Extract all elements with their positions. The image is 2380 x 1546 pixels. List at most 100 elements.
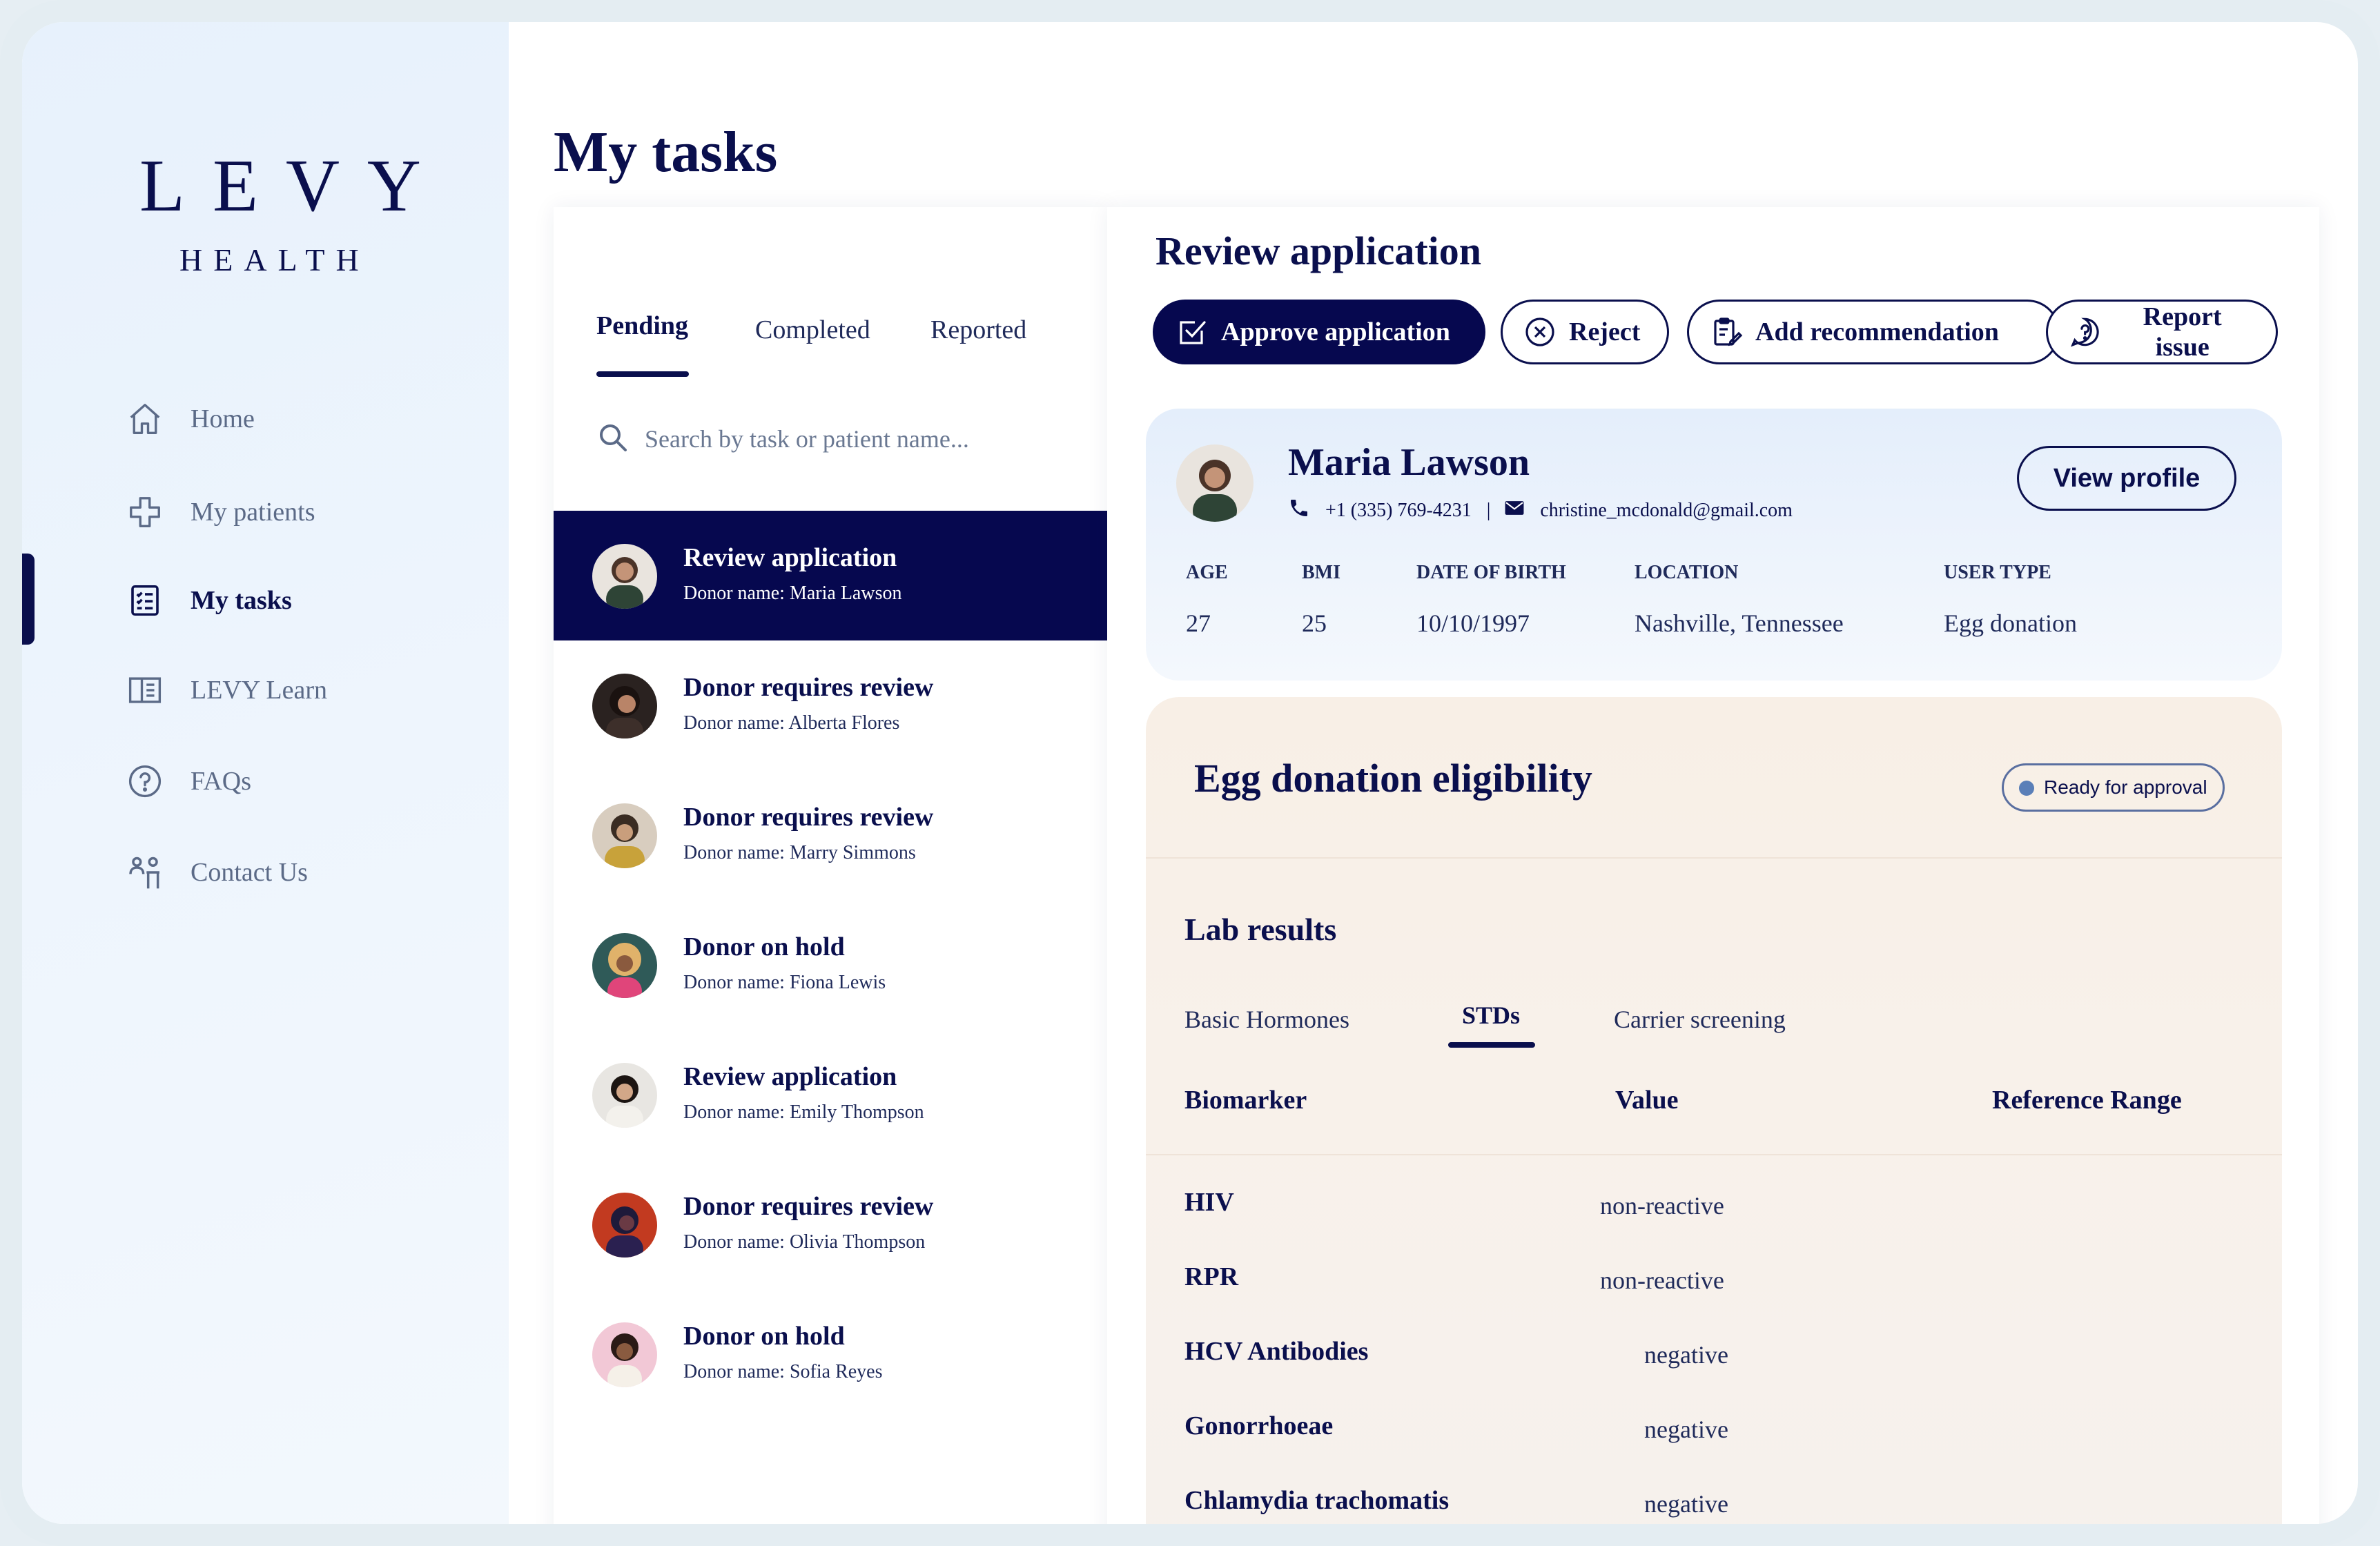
avatar	[592, 1322, 657, 1387]
task-donor-name: Donor name: Marry Simmons	[683, 842, 916, 863]
task-item[interactable]: Donor requires review Donor name: Marry …	[554, 770, 1107, 900]
medical-cross-icon	[124, 491, 166, 533]
task-item[interactable]: Donor on hold Donor name: Fiona Lewis	[554, 900, 1107, 1030]
task-donor-name: Donor name: Sofia Reyes	[683, 1361, 883, 1382]
tab-pending[interactable]: Pending	[596, 311, 688, 341]
tab-completed[interactable]: Completed	[755, 315, 870, 345]
approve-application-button[interactable]: Approve application	[1153, 300, 1485, 364]
task-list-icon	[124, 580, 166, 621]
task-donor-name: Donor name: Alberta Flores	[683, 712, 900, 734]
task-title: Donor on hold	[683, 1322, 845, 1351]
status-badge: Ready for approval	[2002, 763, 2225, 812]
biomarker-value: non-reactive	[1600, 1192, 1724, 1220]
biomarker-value: non-reactive	[1600, 1266, 1724, 1294]
reject-label: Reject	[1569, 317, 1641, 346]
contact-separator: |	[1486, 500, 1491, 521]
task-item[interactable]: Review application Donor name: Emily Tho…	[554, 1030, 1107, 1160]
avatar	[592, 803, 657, 868]
patient-email[interactable]: christine_mcdonald@gmail.com	[1540, 500, 1793, 522]
biomarker-value: negative	[1644, 1490, 1728, 1518]
tab-carrier-screening[interactable]: Carrier screening	[1614, 1005, 1786, 1034]
avatar	[1176, 444, 1254, 522]
task-title: Donor requires review	[683, 803, 934, 832]
sidebar-item-my-tasks[interactable]: My tasks	[22, 566, 509, 635]
biomarker-name: HIV	[1184, 1188, 1234, 1217]
eligibility-title: Egg donation eligibility	[1194, 756, 1592, 801]
task-search	[596, 414, 1080, 462]
field-label-location: LOCATION	[1635, 562, 1739, 583]
avatar	[592, 674, 657, 738]
sidebar-item-my-patients[interactable]: My patients	[22, 478, 509, 547]
task-title: Donor requires review	[683, 673, 934, 702]
reject-button[interactable]: Reject	[1501, 300, 1669, 364]
field-label-user-type: USER TYPE	[1944, 562, 2051, 583]
task-donor-name: Donor name: Emily Thompson	[683, 1102, 924, 1123]
field-value-user-type: Egg donation	[1944, 609, 2077, 637]
field-label-age: AGE	[1186, 562, 1228, 583]
task-donor-name: Donor name: Fiona Lewis	[683, 972, 886, 993]
field-value-location: Nashville, Tennessee	[1635, 609, 1844, 637]
biomarker-name: RPR	[1184, 1262, 1239, 1291]
question-circle-icon	[124, 761, 166, 802]
sidebar-item-label: Home	[191, 404, 255, 433]
task-title: Review application	[683, 1062, 897, 1091]
sidebar-item-label: My tasks	[191, 586, 292, 615]
task-item[interactable]: Donor requires review Donor name: Albert…	[554, 640, 1107, 770]
sidebar-item-faqs[interactable]: FAQs	[22, 747, 509, 816]
column-header-value: Value	[1615, 1086, 1679, 1115]
tab-reported[interactable]: Reported	[930, 315, 1026, 345]
eligibility-card: Egg donation eligibility Ready for appro…	[1146, 697, 2282, 1524]
active-lab-tab-underline	[1448, 1042, 1535, 1048]
biomarker-name: Gonorrhoeae	[1184, 1411, 1334, 1440]
sidebar-item-home[interactable]: Home	[22, 384, 509, 453]
book-icon	[124, 669, 166, 711]
task-item[interactable]: Review application Donor name: Maria Law…	[554, 511, 1107, 640]
task-donor-name: Donor name: Maria Lawson	[683, 583, 902, 604]
checkbox-check-icon	[1180, 321, 1206, 344]
sidebar-item-levy-learn[interactable]: LEVY Learn	[22, 656, 509, 725]
sidebar: LEVY HEALTH Home My patients My tasks LE…	[22, 22, 509, 1524]
brand-logo: LEVY	[139, 145, 449, 227]
task-tabs: Pending Completed Reported	[554, 311, 1107, 380]
task-item[interactable]: Donor on hold Donor name: Sofia Reyes	[554, 1289, 1107, 1419]
avatar	[592, 1193, 657, 1258]
sidebar-item-label: LEVY Learn	[191, 676, 327, 705]
recommendation-label: Add recommendation	[1755, 317, 1999, 346]
close-circle-icon	[1525, 317, 1554, 346]
tab-basic-hormones[interactable]: Basic Hormones	[1184, 1005, 1349, 1034]
task-title: Donor on hold	[683, 932, 845, 961]
review-panel: Review application Approve application R…	[1107, 207, 2319, 1524]
divider	[1146, 1154, 2282, 1155]
biomarker-name: HCV Antibodies	[1184, 1337, 1369, 1366]
active-tab-underline	[596, 371, 689, 377]
patient-contact: +1 (335) 769-4231 | christine_mcdonald@g…	[1288, 497, 1804, 525]
status-label: Ready for approval	[2044, 776, 2207, 798]
tab-stds[interactable]: STDs	[1462, 1001, 1520, 1030]
column-header-reference-range: Reference Range	[1992, 1086, 2182, 1115]
home-icon	[124, 398, 166, 440]
sidebar-item-contact-us[interactable]: Contact Us	[22, 838, 509, 907]
report-issue-button[interactable]: Report issue	[2046, 300, 2278, 364]
search-icon	[596, 421, 630, 458]
field-value-dob: 10/10/1997	[1416, 609, 1530, 637]
app-screen: LEVY HEALTH Home My patients My tasks LE…	[22, 22, 2358, 1524]
add-recommendation-button[interactable]: Add recommendation	[1687, 300, 2060, 364]
avatar	[592, 544, 657, 609]
task-title: Donor requires review	[683, 1192, 934, 1221]
task-item[interactable]: Donor requires review Donor name: Olivia…	[554, 1160, 1107, 1289]
biomarker-value: negative	[1644, 1416, 1728, 1443]
search-input[interactable]	[645, 420, 1080, 458]
biomarker-value: negative	[1644, 1341, 1728, 1369]
view-profile-button[interactable]: View profile	[2017, 446, 2236, 511]
report-label: Report issue	[2143, 302, 2222, 362]
avatar	[592, 933, 657, 998]
device-frame: LEVY HEALTH Home My patients My tasks LE…	[0, 0, 2380, 1546]
mail-icon	[1503, 496, 1526, 525]
patient-phone: +1 (335) 769-4231	[1325, 500, 1472, 521]
biomarker-name: Chlamydia trachomatis	[1184, 1486, 1450, 1515]
lab-results-title: Lab results	[1184, 912, 1337, 947]
field-label-bmi: BMI	[1302, 562, 1340, 583]
sidebar-item-label: FAQs	[191, 767, 251, 796]
patient-name: Maria Lawson	[1288, 441, 1530, 484]
task-list-panel: Pending Completed Reported Review applic…	[554, 207, 1107, 1524]
